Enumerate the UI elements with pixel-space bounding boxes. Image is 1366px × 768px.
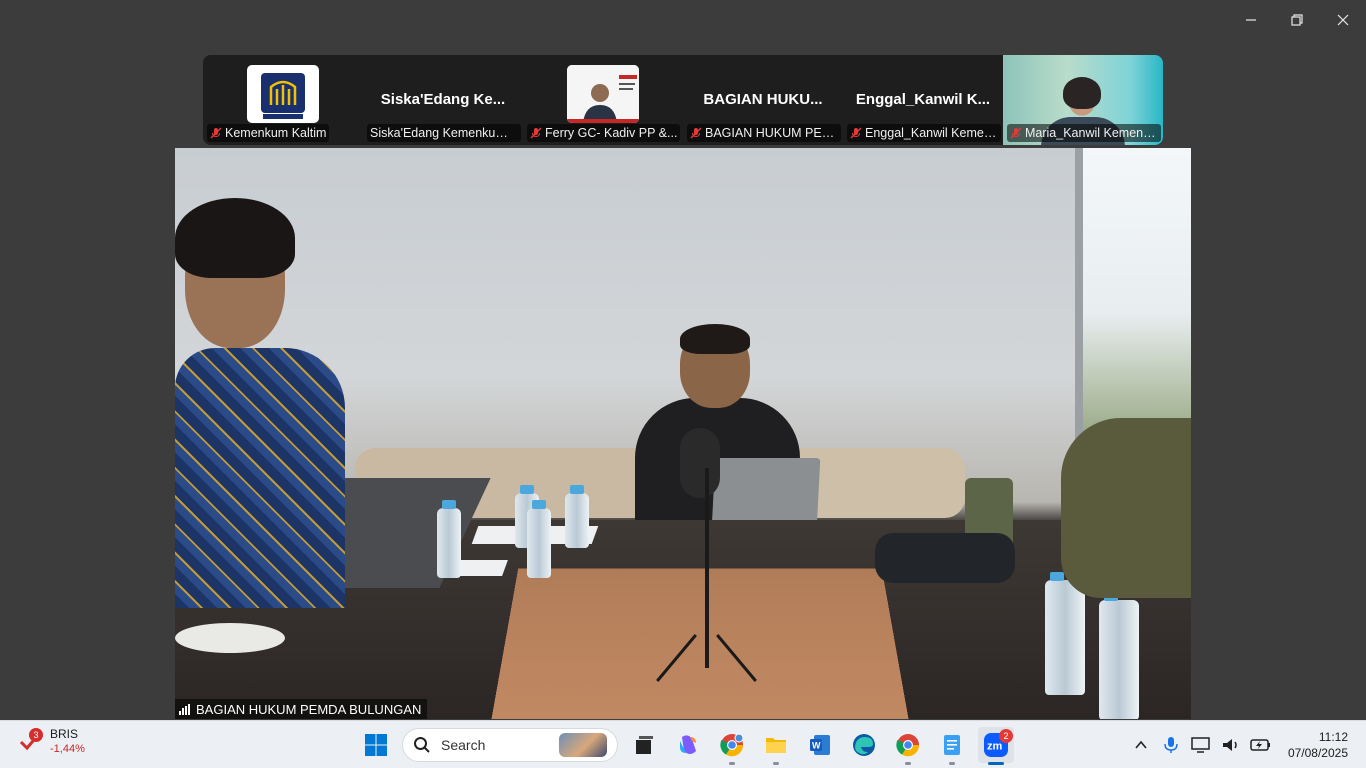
search-icon bbox=[414, 737, 430, 753]
video-person-left bbox=[175, 198, 365, 618]
participant-tile[interactable]: Ferry GC- Kadiv PP &... bbox=[523, 55, 683, 145]
copilot-button[interactable] bbox=[670, 727, 706, 763]
stock-widget-icon: 3 bbox=[18, 728, 43, 754]
show-hidden-icons-button[interactable] bbox=[1129, 733, 1153, 757]
close-button[interactable] bbox=[1320, 0, 1366, 40]
svg-text:W: W bbox=[812, 741, 821, 751]
volume-button[interactable] bbox=[1219, 733, 1243, 757]
participant-tile[interactable]: Kemenkum Kaltim bbox=[203, 55, 363, 145]
file-explorer-button[interactable] bbox=[758, 727, 794, 765]
microphone-button[interactable] bbox=[1159, 733, 1183, 757]
window-controls bbox=[1228, 0, 1366, 40]
restore-icon bbox=[1291, 14, 1303, 26]
zoom-button[interactable]: zm 2 bbox=[978, 727, 1014, 765]
taskbar-search[interactable]: Search bbox=[402, 728, 618, 762]
mic-muted-icon bbox=[850, 127, 862, 139]
chrome-profile-button[interactable] bbox=[714, 727, 750, 765]
chevron-up-icon bbox=[1135, 740, 1147, 749]
active-speaker-video[interactable] bbox=[175, 148, 1191, 719]
network-button[interactable] bbox=[1189, 733, 1213, 757]
copilot-icon bbox=[680, 735, 696, 754]
participant-tile[interactable]: Enggal_Kanwil K... Enggal_Kanwil Kemen..… bbox=[843, 55, 1003, 145]
video-table-runner bbox=[489, 568, 911, 719]
edge-icon bbox=[853, 734, 875, 756]
taskbar: 3 BRIS -1,44% Search W zm 2 11:12 07/08/… bbox=[0, 720, 1366, 768]
mic-muted-icon bbox=[690, 127, 702, 139]
chrome-icon bbox=[896, 734, 920, 757]
notepad-icon bbox=[944, 735, 960, 755]
windows-start-icon bbox=[365, 734, 387, 756]
minimize-button[interactable] bbox=[1228, 0, 1274, 40]
task-view-button[interactable] bbox=[626, 727, 662, 763]
close-icon bbox=[1337, 14, 1349, 26]
stock-badge: 3 bbox=[29, 728, 43, 742]
participant-tile[interactable]: Maria_Kanwil Kemenk... bbox=[1003, 55, 1163, 145]
participant-name-placeholder: Siska'Edang Ke... bbox=[380, 91, 506, 108]
participant-label: Enggal_Kanwil Kemen... bbox=[847, 124, 1001, 142]
chrome-icon bbox=[720, 733, 744, 757]
battery-charging-icon bbox=[1250, 739, 1270, 751]
word-icon: W bbox=[810, 735, 830, 755]
notepad-button[interactable] bbox=[934, 727, 970, 765]
microphone-icon bbox=[1164, 737, 1178, 753]
participant-tile[interactable]: Siska'Edang Ke... Siska'Edang Kemenkum .… bbox=[363, 55, 523, 145]
word-button[interactable]: W bbox=[802, 727, 838, 763]
restore-button[interactable] bbox=[1274, 0, 1320, 40]
video-bottle bbox=[1045, 572, 1085, 695]
video-person-right-arm bbox=[1061, 418, 1191, 598]
network-icon bbox=[1191, 737, 1210, 753]
chrome-button[interactable] bbox=[890, 727, 926, 765]
video-microphone bbox=[680, 428, 720, 498]
folder-icon bbox=[766, 738, 786, 753]
clock-date: 07/08/2025 bbox=[1287, 746, 1348, 760]
presenter-photo-icon bbox=[567, 65, 639, 123]
stock-change: -1,44% bbox=[50, 743, 85, 755]
participant-label: BAGIAN HUKUM PEM... bbox=[687, 124, 841, 142]
clock[interactable]: 11:12 07/08/2025 bbox=[1276, 729, 1366, 761]
participant-label: Siska'Edang Kemenkum ... bbox=[367, 124, 521, 142]
video-bottle bbox=[1099, 592, 1139, 719]
clock-time: 11:12 bbox=[1318, 730, 1348, 744]
mic-muted-icon bbox=[210, 127, 222, 139]
active-speaker-label: BAGIAN HUKUM PEMDA BULUNGAN bbox=[175, 699, 428, 719]
participant-video-hair bbox=[1063, 77, 1101, 109]
video-plate bbox=[175, 623, 285, 653]
participant-name-placeholder: Enggal_Kanwil K... bbox=[855, 91, 991, 108]
taskbar-apps: Search W zm 2 bbox=[358, 727, 1014, 765]
participant-logo bbox=[247, 65, 319, 123]
participant-slide-thumbnail bbox=[567, 65, 639, 123]
video-bottle bbox=[437, 500, 461, 578]
start-button[interactable] bbox=[358, 727, 394, 763]
participant-strip: Kemenkum Kaltim Siska'Edang Ke... Siska'… bbox=[203, 55, 1163, 145]
mic-muted-icon bbox=[530, 127, 542, 139]
video-bottle bbox=[565, 485, 589, 548]
system-tray: 11:12 07/08/2025 bbox=[1126, 721, 1366, 768]
edge-button[interactable] bbox=[846, 727, 882, 763]
connection-signal-icon bbox=[179, 703, 190, 715]
stock-widget[interactable]: 3 BRIS -1,44% bbox=[18, 727, 85, 757]
svg-text:zm: zm bbox=[987, 741, 1003, 753]
search-highlight-image bbox=[559, 733, 607, 757]
pengayoman-logo-icon bbox=[261, 73, 305, 119]
participant-label: Ferry GC- Kadiv PP &... bbox=[527, 124, 681, 142]
video-bottle bbox=[527, 500, 551, 578]
volume-icon bbox=[1222, 739, 1237, 751]
video-mic-stand bbox=[705, 468, 709, 668]
stock-ticker: BRIS bbox=[50, 727, 79, 741]
participant-label: Maria_Kanwil Kemenk... bbox=[1007, 124, 1161, 142]
zoom-notification-badge: 2 bbox=[999, 729, 1013, 743]
minimize-icon bbox=[1246, 19, 1256, 21]
participant-label: Kemenkum Kaltim bbox=[207, 124, 330, 142]
video-bag bbox=[875, 533, 1015, 583]
task-view-icon bbox=[636, 736, 653, 754]
mic-muted-icon bbox=[1010, 127, 1022, 139]
participant-tile[interactable]: BAGIAN HUKU... BAGIAN HUKUM PEM... bbox=[683, 55, 843, 145]
battery-button[interactable] bbox=[1249, 733, 1273, 757]
participant-name-placeholder: BAGIAN HUKU... bbox=[703, 91, 823, 108]
